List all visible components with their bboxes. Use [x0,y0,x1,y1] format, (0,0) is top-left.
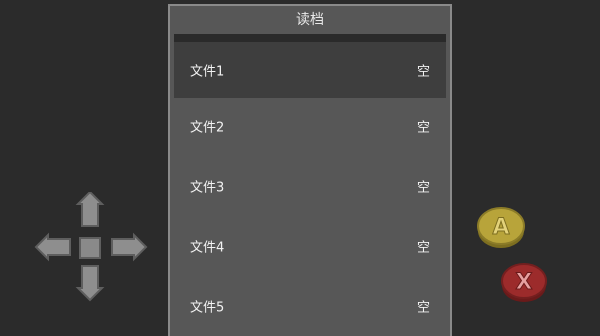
a-button-icon: A [477,207,525,248]
slot-status: 空 [416,64,430,80]
x-button[interactable]: X [500,258,548,306]
slot-status: 空 [416,180,430,196]
slot-name: 文件2 [190,120,225,136]
dpad-down-icon[interactable] [75,265,105,302]
title-divider [174,34,446,42]
slot-status: 空 [416,240,430,256]
slot-name: 文件4 [190,240,225,256]
save-slot-1[interactable]: 文件1 空 [174,42,446,98]
dpad-icon [34,192,148,302]
slot-name: 文件3 [190,180,225,196]
slot-name: 文件1 [190,64,225,80]
dpad-right-icon[interactable] [111,232,148,262]
load-dialog: 读档 文件1 空 文件2 空 文件3 空 文件4 空 文件5 空 [168,4,452,336]
x-button-icon: X [501,263,547,302]
x-button-label: X [516,270,533,295]
save-slot-3[interactable]: 文件3 空 [174,158,446,214]
save-slot-2[interactable]: 文件2 空 [174,98,446,154]
dpad[interactable] [34,192,148,302]
save-slot-5[interactable]: 文件5 空 [174,278,446,334]
slot-status: 空 [416,300,430,316]
dpad-up-icon[interactable] [75,192,105,227]
a-button-label: A [492,215,509,240]
save-slot-4[interactable]: 文件4 空 [174,218,446,274]
dpad-left-icon[interactable] [34,232,71,262]
slot-status: 空 [416,120,430,136]
dialog-title: 读档 [296,12,324,28]
slot-name: 文件5 [190,300,225,316]
a-button[interactable]: A [476,202,526,252]
